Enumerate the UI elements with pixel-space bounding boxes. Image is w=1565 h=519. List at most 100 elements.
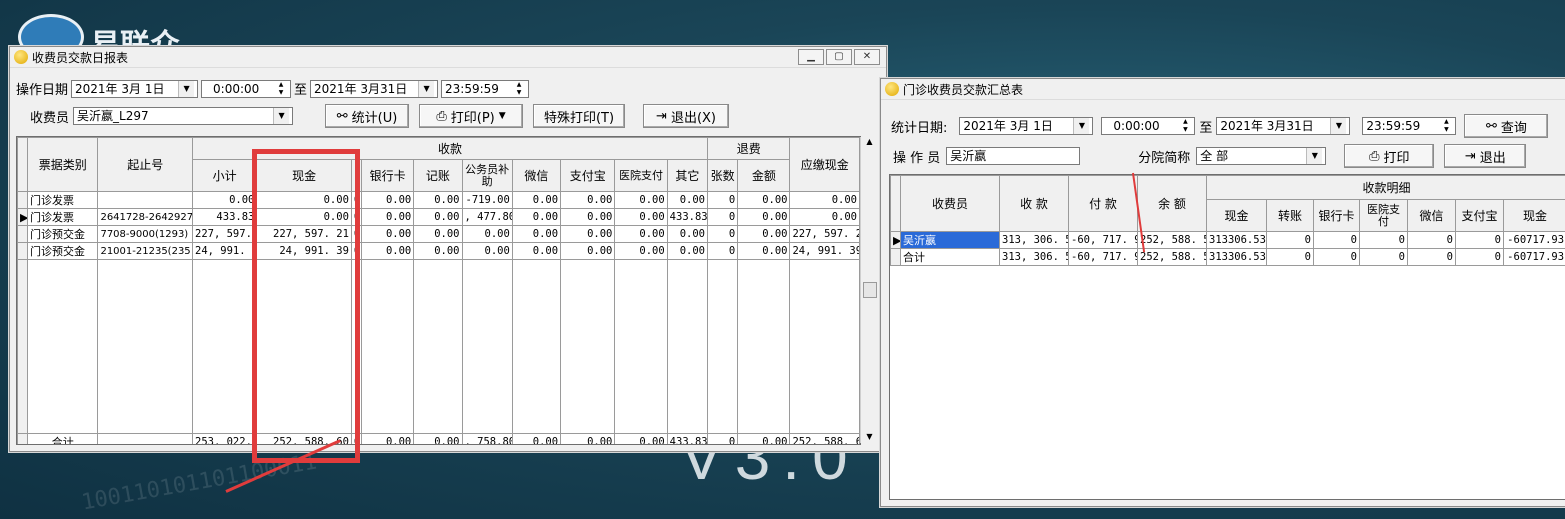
cell-cash2: -60717.93	[1502, 231, 1565, 249]
col-hospital[interactable]: 医院支付	[614, 159, 668, 192]
col-balance[interactable]: 余 额	[1137, 175, 1207, 232]
total-amount: 0.00	[737, 433, 791, 444]
cell-wechat: 0.00	[511, 208, 562, 226]
cell-count: 0	[706, 191, 739, 209]
cell-count: 0	[706, 242, 739, 260]
spin-arrows-icon[interactable]: ▲ ▼	[1440, 118, 1452, 134]
summary-window: 门诊收费员交款汇总表 统计日期: 2021年 3月 1日 ▼ 0:00:00 ▲…	[880, 78, 1565, 507]
col-civil[interactable]: 公务员补助	[461, 159, 513, 192]
col-other[interactable]: 其它	[666, 159, 709, 192]
spin-arrows-icon[interactable]: ▲ ▼	[513, 81, 525, 97]
col-refund-count[interactable]: 张数	[706, 159, 739, 192]
cell-subtotal: 227, 597. 21	[191, 225, 258, 243]
special-print-button[interactable]: 特殊打印(T)	[533, 104, 626, 128]
empty-area	[17, 259, 860, 434]
close-button[interactable]: ✕	[854, 49, 880, 65]
cashier-field[interactable]: 吴沂嬴	[946, 147, 1081, 165]
daily-report-grid[interactable]: 票据类别 起止号 收款 退费 应缴现金 小计 现金 银行卡 记账 公务员补助 微…	[16, 136, 861, 445]
chevron-down-icon[interactable]: ▼	[178, 80, 195, 97]
chevron-down-icon[interactable]: ▼	[1306, 148, 1323, 164]
table-row[interactable]: 门诊发票 0.00 0.00 0 0.00 0.00 -719.00 0.00 0.00 0.00…	[17, 191, 860, 209]
total-row[interactable]: 合计 253, 022. 43 252, 588. 60 0 0.00 0.00…	[17, 433, 860, 444]
cell-due: 227, 597. 21	[789, 225, 860, 243]
col-alipay[interactable]: 支付宝	[560, 159, 616, 192]
col-income[interactable]: 收 款	[999, 175, 1069, 232]
window-app-icon	[885, 82, 899, 96]
binoculars-icon: ⚯	[336, 108, 348, 124]
cell-account: 0.00	[413, 242, 463, 260]
col-hospital[interactable]: 医院支付	[1359, 199, 1408, 232]
col-refund-amount[interactable]: 金额	[737, 159, 791, 192]
date-to-picker[interactable]: 2021年 3月31日 ▼	[310, 79, 439, 98]
chevron-down-icon[interactable]: ▼	[1330, 118, 1347, 134]
date-to-value: 2021年 3月31日	[1220, 119, 1314, 133]
col-wechat[interactable]: 微信	[1407, 199, 1456, 232]
col-ticket-type[interactable]: 票据类别	[27, 137, 99, 192]
cell-civil: 0.00	[461, 242, 513, 260]
table-row[interactable]: 门诊预交金21001-21235(23524, 991. 3924, 991. …	[17, 242, 860, 260]
minimize-button[interactable]: ▁	[798, 49, 824, 65]
table-row[interactable]: 门诊预交金7708-9000(1293)227, 597. 21227, 597…	[17, 225, 860, 243]
cell-cashier: 吴沂嬴	[900, 231, 1000, 249]
cell-hospital: 0.00	[614, 191, 668, 209]
summary-table: 收费员 收 款 付 款 余 额 收款明细 现金 转账 银行卡 医院支付 微信 支…	[890, 175, 1565, 266]
col-cash[interactable]: 现金	[1206, 199, 1267, 232]
cashier-select[interactable]: 吴沂嬴_L297 ▼	[73, 107, 294, 125]
scroll-up-icon[interactable]: ▲	[861, 137, 878, 146]
col-transfer[interactable]: 转账	[1266, 199, 1314, 232]
col-wechat[interactable]: 微信	[511, 159, 562, 192]
table-row[interactable]: 合计313, 306. 53-60, 717. 94252, 588. 5931…	[890, 248, 1565, 266]
col-bank[interactable]: 银行卡	[360, 159, 415, 192]
col-payout[interactable]: 付 款	[1068, 175, 1138, 232]
time-from-field[interactable]: 0:00:00 ▲ ▼	[1101, 117, 1196, 135]
exit-button[interactable]: ⇥ 退出	[1444, 144, 1527, 168]
col-account[interactable]: 记账	[413, 159, 463, 192]
cashier-row: 收费员 吴沂嬴_L297 ▼ ⚯ 统计(U) ⎙ 打印(P) ▼ 特殊打印(T)…	[30, 104, 730, 128]
exit-button[interactable]: ⇥ 退出(X)	[643, 104, 730, 128]
col-subtotal[interactable]: 小计	[191, 159, 258, 192]
row-indicator	[17, 433, 29, 444]
row-indicator: ▶	[17, 208, 29, 226]
col-bank[interactable]: 银行卡	[1313, 199, 1360, 232]
time-to-field[interactable]: 23:59:59 ▲ ▼	[441, 79, 530, 98]
col-cash-2[interactable]: 现金	[1502, 199, 1565, 232]
col-range[interactable]: 起止号	[97, 137, 193, 192]
spin-arrows-icon[interactable]: ▲ ▼	[1179, 118, 1191, 134]
summary-titlebar: 门诊收费员交款汇总表	[881, 79, 1565, 100]
cell-subtotal: 0.00	[191, 191, 258, 209]
daily-report-window: 收费员交款日报表 ▁ ▢ ✕ 操作日期 2021年 3月 1日 ▼ 0:00:0…	[9, 46, 887, 452]
cell-hospital: 0	[1359, 231, 1408, 249]
branch-select[interactable]: 全 部 ▼	[1196, 147, 1327, 165]
scroll-down-icon[interactable]: ▼	[861, 432, 878, 441]
cell-bank: 0	[1313, 248, 1360, 266]
total-bank: 0.00	[360, 433, 415, 444]
print-button[interactable]: ⎙ 打印	[1344, 144, 1435, 168]
total-label: 合计	[27, 433, 99, 444]
vertical-scrollbar[interactable]: ▲ ▼	[860, 137, 878, 443]
time-from-field[interactable]: 0:00:00 ▲ ▼	[201, 79, 292, 98]
spin-arrows-icon[interactable]: ▲ ▼	[275, 81, 287, 97]
query-button[interactable]: ⚯ 查询	[1464, 114, 1549, 138]
col-alipay[interactable]: 支付宝	[1455, 199, 1504, 232]
exit-button-label: 退出(X)	[670, 110, 716, 126]
chevron-down-icon[interactable]: ▼	[273, 108, 290, 124]
cell-transfer: 0	[1266, 248, 1314, 266]
chevron-down-icon[interactable]: ▼	[1073, 118, 1090, 134]
scroll-thumb[interactable]	[863, 282, 877, 298]
date-from-picker[interactable]: 2021年 3月 1日 ▼	[959, 117, 1094, 135]
date-to-picker[interactable]: 2021年 3月31日 ▼	[1216, 117, 1351, 135]
time-to-field[interactable]: 23:59:59 ▲ ▼	[1362, 117, 1457, 135]
cell-ticket-type: 门诊发票	[27, 208, 99, 226]
chevron-down-icon[interactable]: ▼	[418, 80, 435, 97]
col-due-cash[interactable]: 应缴现金	[789, 137, 860, 192]
stats-button[interactable]: ⚯ 统计(U)	[325, 104, 410, 128]
print-button[interactable]: ⎙ 打印(P) ▼	[419, 104, 524, 128]
printer-icon: ⎙	[1369, 148, 1380, 164]
date-from-picker[interactable]: 2021年 3月 1日 ▼	[71, 79, 199, 98]
cell-range: 7708-9000(1293)	[97, 225, 193, 243]
table-row[interactable]: ▶吴沂嬴313, 306. 53-60, 717. 94252, 588. 59…	[890, 231, 1565, 249]
summary-grid[interactable]: 收费员 收 款 付 款 余 额 收款明细 现金 转账 银行卡 医院支付 微信 支…	[889, 174, 1565, 500]
maximize-button[interactable]: ▢	[826, 49, 852, 65]
table-row[interactable]: ▶门诊发票2641728-2642927433.830.0000.000.00,…	[17, 208, 860, 226]
col-cashier[interactable]: 收费员	[900, 175, 1000, 232]
